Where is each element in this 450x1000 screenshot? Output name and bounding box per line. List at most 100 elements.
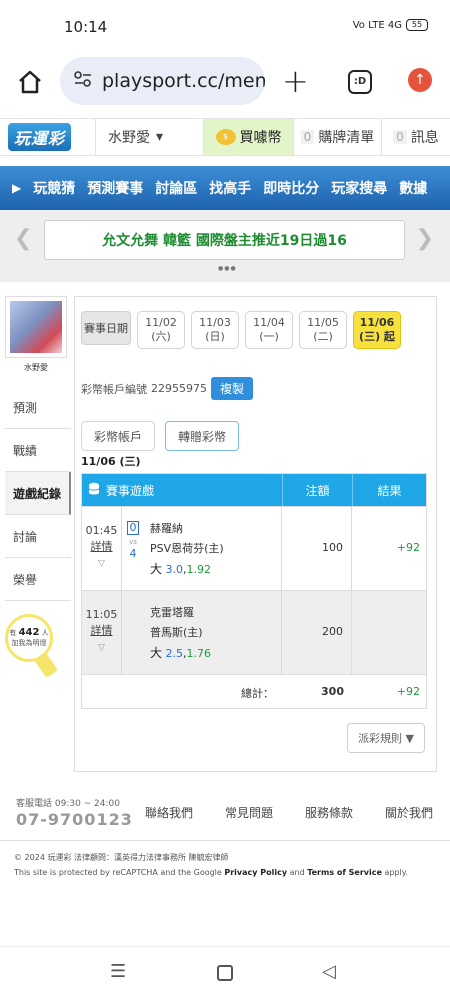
nav-arrow-icon: ▶ — [12, 181, 22, 195]
message-count: 0 — [393, 130, 407, 144]
footer-links: 聯絡我們 常見問題 服務條款 關於我們 — [145, 804, 450, 821]
tab-switcher-button[interactable]: :D — [348, 70, 372, 94]
game-history-panel: 賽事日期 11/02 (六) 11/03 (日) 11/04 (一) 11/05 (二)… — [74, 296, 437, 772]
promo-banner[interactable]: 允文允舞 韓籃 國際盤主推近19日過16 — [44, 220, 405, 260]
status-bar: 10:14 Vo LTE 4G 55 — [0, 0, 450, 48]
game-table: 賽事遊戲 注額 結果 01:45 詳情 ▽ 0 vs 4 赫羅納 PSV恩荷芬(… — [81, 473, 427, 709]
copyright-text: © 2024 玩運彩 法律顧問：漢英得力法律事務所 陳毓宏律師 — [14, 853, 229, 862]
chevron-left-icon[interactable]: ❮ — [14, 226, 32, 251]
carousel-dots: ●●● — [218, 265, 237, 272]
promo-banner-area: ❮ 允文允舞 韓籃 國際盤主推近19日過16 ❯ ●●● — [0, 210, 450, 282]
site-settings-icon[interactable] — [74, 70, 92, 92]
profile-sidebar: 水野愛 預測 戰績 遊戲紀錄 討論 榮譽 有 442 人 加我為明燈 — [5, 296, 71, 696]
site-header: 玩運彩 水野愛 ▾ $ 買噱幣 0 購牌清單 0 訊息 — [0, 118, 450, 156]
bet-cell: 200 — [282, 591, 352, 674]
date-selector: 賽事日期 11/02 (六) 11/03 (日) 11/04 (一) 11/05 (二)… — [81, 311, 401, 349]
browser-toolbar: playsport.cc/men + :D ↑ — [0, 48, 450, 118]
table-row: 11:05 詳情 ▽ 克雷塔羅 普馬斯(主) 大 2.5,1.76 200 — [82, 590, 426, 674]
url-bar[interactable]: playsport.cc/men — [60, 57, 265, 105]
date-button[interactable]: 11/05 (二) — [299, 311, 347, 349]
system-nav-bar: ☰ ◁ — [0, 946, 450, 1000]
user-menu[interactable]: 水野愛 ▾ — [95, 119, 203, 155]
nav-item-forum[interactable]: 討論區 — [155, 178, 197, 198]
coin-icon: $ — [215, 129, 236, 145]
account-label: 彩幣帳戶編號 — [81, 382, 147, 396]
detail-link[interactable]: 詳情 — [91, 624, 113, 637]
new-tab-icon[interactable]: + — [282, 62, 309, 100]
recent-apps-icon[interactable]: ☰ — [110, 961, 126, 982]
nav-item-predict[interactable]: 預測賽事 — [87, 178, 143, 198]
chevron-down-icon[interactable]: ▽ — [98, 643, 105, 653]
sidebar-username: 水野愛 — [24, 363, 48, 372]
table-row: 01:45 詳情 ▽ 0 vs 4 赫羅納 PSV恩荷芬(主) 大 3.0,1.… — [82, 506, 426, 590]
date-label: 賽事日期 — [81, 311, 131, 345]
footer-link-terms[interactable]: 服務條款 — [305, 804, 385, 821]
teams-cell: 赫羅納 PSV恩荷芬(主) 大 3.0,1.92 — [144, 507, 282, 590]
lightbulb-icon — [33, 651, 59, 679]
sidebar-menu: 預測 戰績 遊戲紀錄 討論 榮譽 — [5, 386, 71, 601]
cart-count: 0 — [300, 130, 315, 144]
chevron-down-icon[interactable]: ▽ — [98, 559, 105, 569]
caret-down-icon: ▾ — [156, 129, 164, 145]
sidebar-item-predict[interactable]: 預測 — [5, 386, 71, 429]
site-logo[interactable]: 玩運彩 — [0, 119, 95, 155]
score-cell — [122, 591, 144, 674]
message-button[interactable]: 0 訊息 — [381, 119, 450, 155]
service-hours: 客服電話 09:30 ~ 24:00 — [16, 799, 120, 809]
home-icon[interactable] — [16, 68, 44, 100]
wallet-button[interactable]: 彩幣帳戶 — [81, 421, 156, 451]
footer-link-about[interactable]: 關於我們 — [385, 804, 450, 821]
column-result: 結果 — [352, 474, 426, 506]
date-button[interactable]: 11/03 (日) — [191, 311, 239, 349]
transfer-button[interactable]: 轉贈彩幣 — [165, 421, 240, 451]
back-icon[interactable]: ◁ — [322, 961, 336, 982]
nav-item-stats[interactable]: 數據 — [399, 178, 427, 198]
home-square-icon[interactable] — [217, 965, 233, 981]
total-result: +92 — [396, 685, 420, 698]
sidebar-item-honor[interactable]: 榮譽 — [5, 558, 71, 601]
nav-item-player-search[interactable]: 玩家搜尋 — [331, 178, 387, 198]
column-bet: 注額 — [282, 474, 352, 506]
date-button[interactable]: 11/04 (一) — [245, 311, 293, 349]
nav-item-experts[interactable]: 找高手 — [209, 178, 251, 198]
date-button[interactable]: 11/02 (六) — [137, 311, 185, 349]
footer-link-faq[interactable]: 常見問題 — [225, 804, 305, 821]
date-button-selected[interactable]: 11/06 (三) 起 — [353, 311, 401, 349]
battery-icon: 55 — [406, 19, 428, 31]
sidebar-item-game-history[interactable]: 遊戲紀錄 — [5, 472, 71, 515]
wallet-buttons: 彩幣帳戶 轉贈彩幣 — [81, 421, 240, 451]
nav-item-guess[interactable]: 玩競猜 — [33, 178, 75, 198]
cart-label: 購牌清單 — [318, 130, 375, 146]
database-icon — [88, 482, 100, 499]
sidebar-item-discussion[interactable]: 討論 — [5, 515, 71, 558]
score-cell: 0 vs 4 — [122, 507, 144, 590]
copy-button[interactable]: 複製 — [211, 377, 254, 400]
chevron-right-icon[interactable]: ❯ — [416, 226, 434, 251]
buy-coin-button[interactable]: $ 買噱幣 — [203, 119, 293, 155]
column-game: 賽事遊戲 — [82, 474, 282, 506]
teams-cell: 克雷塔羅 普馬斯(主) 大 2.5,1.76 — [144, 591, 282, 674]
status-time: 10:14 — [64, 18, 108, 36]
avatar-frame[interactable] — [5, 296, 67, 358]
sidebar-item-record[interactable]: 戰績 — [5, 429, 71, 472]
result-cell — [352, 591, 426, 674]
terms-link[interactable]: Terms of Service — [307, 868, 382, 877]
avatar — [10, 301, 62, 353]
cart-button[interactable]: 0 購牌清單 — [293, 119, 381, 155]
detail-link[interactable]: 詳情 — [91, 540, 113, 553]
service-phone[interactable]: 07-9700123 — [16, 810, 133, 829]
nav-item-live-score[interactable]: 即時比分 — [263, 178, 319, 198]
buy-coin-label: 買噱幣 — [239, 130, 282, 146]
payout-rules-button[interactable]: 派彩規則 ▼ — [347, 723, 425, 753]
status-icons: Vo LTE 4G 55 — [353, 19, 428, 31]
main-nav: ▶ 玩競猜 預測賽事 討論區 找高手 即時比分 玩家搜尋 數據 — [0, 166, 450, 210]
footer-link-contact[interactable]: 聯絡我們 — [145, 804, 225, 821]
bet-cell: 100 — [282, 507, 352, 590]
table-header: 賽事遊戲 注額 結果 — [82, 474, 426, 506]
privacy-policy-link[interactable]: Privacy Policy — [224, 868, 287, 877]
update-icon[interactable]: ↑ — [408, 68, 432, 92]
footer-divider — [0, 840, 450, 841]
recaptcha-notice: This site is protected by reCAPTCHA and … — [14, 868, 408, 877]
follow-label: 加我為明燈 — [11, 639, 47, 647]
message-label: 訊息 — [410, 130, 439, 146]
